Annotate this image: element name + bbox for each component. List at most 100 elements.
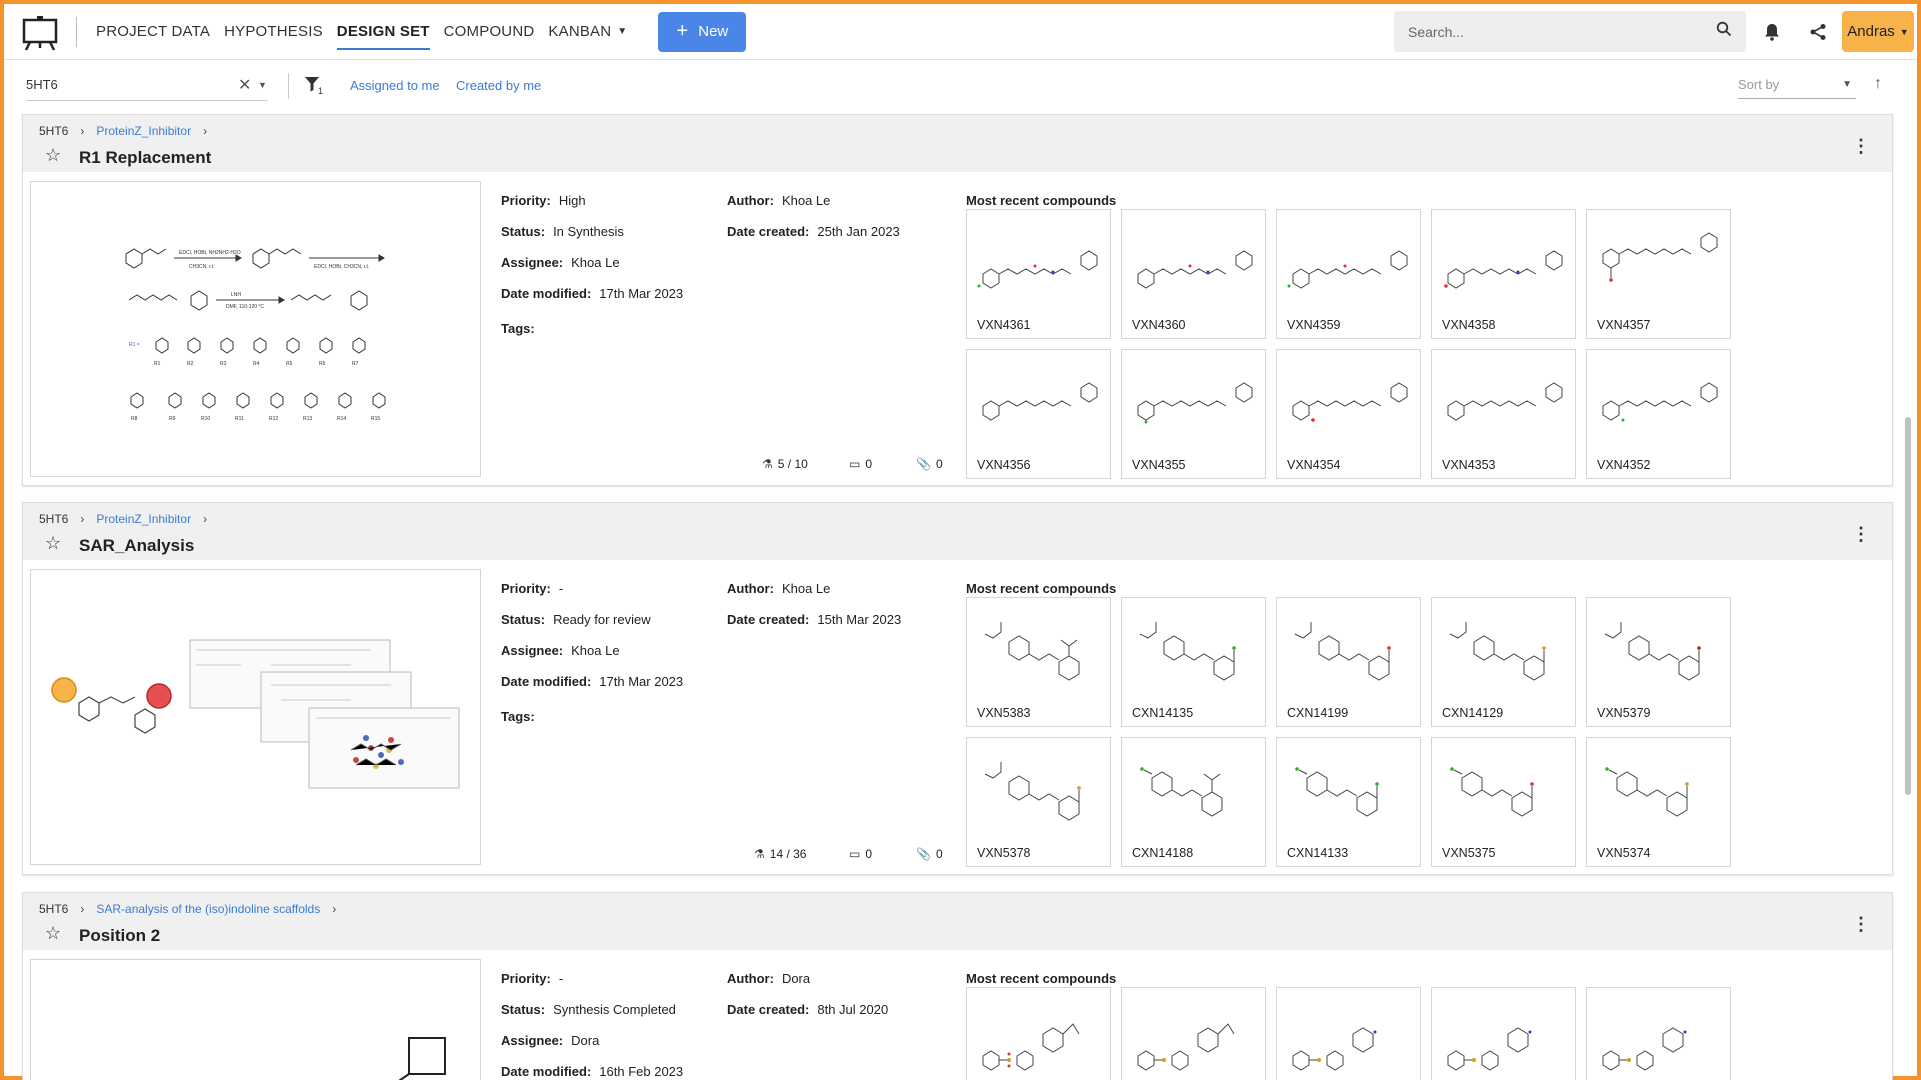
comments-stat[interactable]: ▭ 0 bbox=[849, 847, 872, 861]
status-label: Status: bbox=[501, 224, 546, 239]
compound-tile[interactable]: CXN14135 bbox=[1121, 597, 1266, 727]
date-created-label: Date created: bbox=[727, 224, 810, 239]
nav-project-data[interactable]: PROJECT DATA bbox=[89, 4, 217, 60]
nav-compound[interactable]: COMPOUND bbox=[437, 4, 542, 60]
date-modified-field: Date modified: 16th Feb 2023 bbox=[501, 1064, 683, 1079]
nav-design-set[interactable]: DESIGN SET bbox=[330, 4, 437, 60]
breadcrumb-project[interactable]: 5HT6 bbox=[39, 124, 68, 138]
compound-tile[interactable] bbox=[1586, 987, 1731, 1080]
caret-down-icon[interactable]: ▼ bbox=[258, 80, 267, 90]
compound-grid bbox=[966, 987, 1731, 1080]
author-value: Khoa Le bbox=[781, 581, 831, 596]
attachments-count: 0 bbox=[935, 457, 943, 471]
user-menu-button[interactable]: Andras ▼ bbox=[1842, 11, 1914, 52]
card-title[interactable]: R1 Replacement bbox=[79, 148, 211, 168]
compound-tile[interactable] bbox=[1431, 987, 1576, 1080]
card-title[interactable]: SAR_Analysis bbox=[79, 536, 194, 556]
compound-tile[interactable]: VXN4360 bbox=[1121, 209, 1266, 339]
compound-tile[interactable]: CXN14199 bbox=[1276, 597, 1421, 727]
star-icon[interactable]: ☆ bbox=[45, 146, 61, 164]
nav-kanban[interactable]: KANBAN ▼ bbox=[541, 4, 634, 60]
author-label: Author: bbox=[727, 193, 774, 208]
created-by-me-filter[interactable]: Created by me bbox=[456, 78, 541, 93]
compound-tile[interactable]: VXN4361 bbox=[966, 209, 1111, 339]
compound-tile[interactable]: VXN4355 bbox=[1121, 349, 1266, 479]
project-filter-value: 5HT6 bbox=[26, 77, 58, 92]
share-icon[interactable] bbox=[1806, 20, 1830, 44]
status-label: Status: bbox=[501, 612, 546, 627]
sort-by-select[interactable]: Sort by ▼ bbox=[1738, 71, 1856, 99]
more-options-icon[interactable]: ⋮ bbox=[1852, 915, 1870, 933]
compound-tile[interactable]: VXN5383 bbox=[966, 597, 1111, 727]
scrollbar-thumb[interactable] bbox=[1905, 417, 1911, 795]
compound-id: VXN5378 bbox=[977, 846, 1031, 860]
search-input[interactable] bbox=[1408, 23, 1716, 40]
compound-tile[interactable]: VXN5379 bbox=[1586, 597, 1731, 727]
more-options-icon[interactable]: ⋮ bbox=[1852, 137, 1870, 155]
date-modified-field: Date modified: 17th Mar 2023 bbox=[501, 674, 683, 689]
compound-tile[interactable]: VXN4354 bbox=[1276, 349, 1421, 479]
design-set-card[interactable]: 5HT6 › ProteinZ_Inhibitor › ☆ SAR_Analys… bbox=[22, 502, 1893, 875]
svg-text:R1: R1 bbox=[154, 361, 161, 367]
attachments-stat[interactable]: 📎 0 bbox=[916, 457, 943, 471]
date-modified-value: 16th Feb 2023 bbox=[599, 1064, 684, 1079]
status-field: Status: Synthesis Completed bbox=[501, 1002, 676, 1017]
star-icon[interactable]: ☆ bbox=[45, 924, 61, 942]
date-created-field: Date created: 8th Jul 2020 bbox=[727, 1002, 888, 1017]
assignee-field: Assignee: Khoa Le bbox=[501, 255, 620, 270]
compound-tile[interactable]: VXN5375 bbox=[1431, 737, 1576, 867]
breadcrumb-hypothesis[interactable]: ProteinZ_Inhibitor bbox=[96, 512, 191, 526]
compound-tile[interactable]: CXN14133 bbox=[1276, 737, 1421, 867]
bell-icon[interactable] bbox=[1760, 20, 1784, 44]
more-options-icon[interactable]: ⋮ bbox=[1852, 525, 1870, 543]
compound-tile[interactable] bbox=[1276, 987, 1421, 1080]
attachments-count: 0 bbox=[935, 847, 943, 861]
card-title[interactable]: Position 2 bbox=[79, 926, 160, 946]
comments-stat[interactable]: ▭ 0 bbox=[849, 457, 872, 471]
compound-id: CXN14133 bbox=[1287, 846, 1349, 860]
compound-tile[interactable] bbox=[1121, 987, 1266, 1080]
star-icon[interactable]: ☆ bbox=[45, 534, 61, 552]
compound-tile[interactable]: VXN4359 bbox=[1276, 209, 1421, 339]
search-icon[interactable] bbox=[1716, 21, 1732, 42]
progress-value: 5 / 10 bbox=[777, 457, 808, 471]
plus-icon: + bbox=[676, 20, 689, 42]
compound-tile[interactable]: CXN14188 bbox=[1121, 737, 1266, 867]
status-value: Ready for review bbox=[553, 612, 651, 627]
compound-tile[interactable]: VXN4357 bbox=[1586, 209, 1731, 339]
compound-tile[interactable]: VXN4358 bbox=[1431, 209, 1576, 339]
compound-tile[interactable]: VXN4353 bbox=[1431, 349, 1576, 479]
design-set-card[interactable]: 5HT6 › SAR-analysis of the (iso)indoline… bbox=[22, 892, 1893, 1080]
breadcrumb-hypothesis[interactable]: ProteinZ_Inhibitor bbox=[96, 124, 191, 138]
project-filter-select[interactable]: 5HT6 ✕ ▼ bbox=[26, 69, 268, 101]
nav-hypothesis[interactable]: HYPOTHESIS bbox=[217, 4, 330, 60]
design-set-card[interactable]: 5HT6 › ProteinZ_Inhibitor › ☆ R1 Replace… bbox=[22, 114, 1893, 486]
author-value: Dora bbox=[781, 971, 811, 986]
chevron-right-icon: › bbox=[332, 902, 337, 916]
svg-text:DMF, 110-120 °C: DMF, 110-120 °C bbox=[226, 304, 264, 310]
assigned-to-me-filter[interactable]: Assigned to me bbox=[350, 78, 440, 93]
scaffold-image[interactable] bbox=[30, 959, 481, 1080]
breadcrumb-project[interactable]: 5HT6 bbox=[39, 902, 68, 916]
compound-tile[interactable]: VXN4356 bbox=[966, 349, 1111, 479]
compound-tile[interactable]: VXN5378 bbox=[966, 737, 1111, 867]
compound-tile[interactable]: VXN4352 bbox=[1586, 349, 1731, 479]
card-header: 5HT6 › ProteinZ_Inhibitor › ☆ R1 Replace… bbox=[23, 115, 1892, 172]
compound-tile[interactable] bbox=[966, 987, 1111, 1080]
app-logo-icon[interactable] bbox=[4, 4, 76, 60]
compound-tile[interactable]: VXN5374 bbox=[1586, 737, 1731, 867]
sort-direction-arrow-up-icon[interactable]: ↑ bbox=[1874, 75, 1882, 93]
status-label: Status: bbox=[501, 1002, 546, 1017]
attachments-stat[interactable]: 📎 0 bbox=[916, 847, 943, 861]
compound-id: VXN4359 bbox=[1287, 318, 1341, 332]
breadcrumb-hypothesis[interactable]: SAR-analysis of the (iso)indoline scaffo… bbox=[96, 902, 320, 916]
filter-icon[interactable]: 1 bbox=[304, 75, 324, 100]
compound-tile[interactable]: CXN14129 bbox=[1431, 597, 1576, 727]
sar-analysis-image[interactable] bbox=[30, 569, 481, 865]
breadcrumb-project[interactable]: 5HT6 bbox=[39, 512, 68, 526]
clear-icon[interactable]: ✕ bbox=[238, 75, 251, 95]
compound-id: VXN4356 bbox=[977, 458, 1031, 472]
new-button[interactable]: + New bbox=[658, 11, 747, 52]
reaction-scheme-image[interactable]: EDCI, HOBt, NH2NH2·H2O CH3CN, r.t. EDCI,… bbox=[30, 181, 481, 477]
svg-text:R15: R15 bbox=[371, 416, 380, 422]
